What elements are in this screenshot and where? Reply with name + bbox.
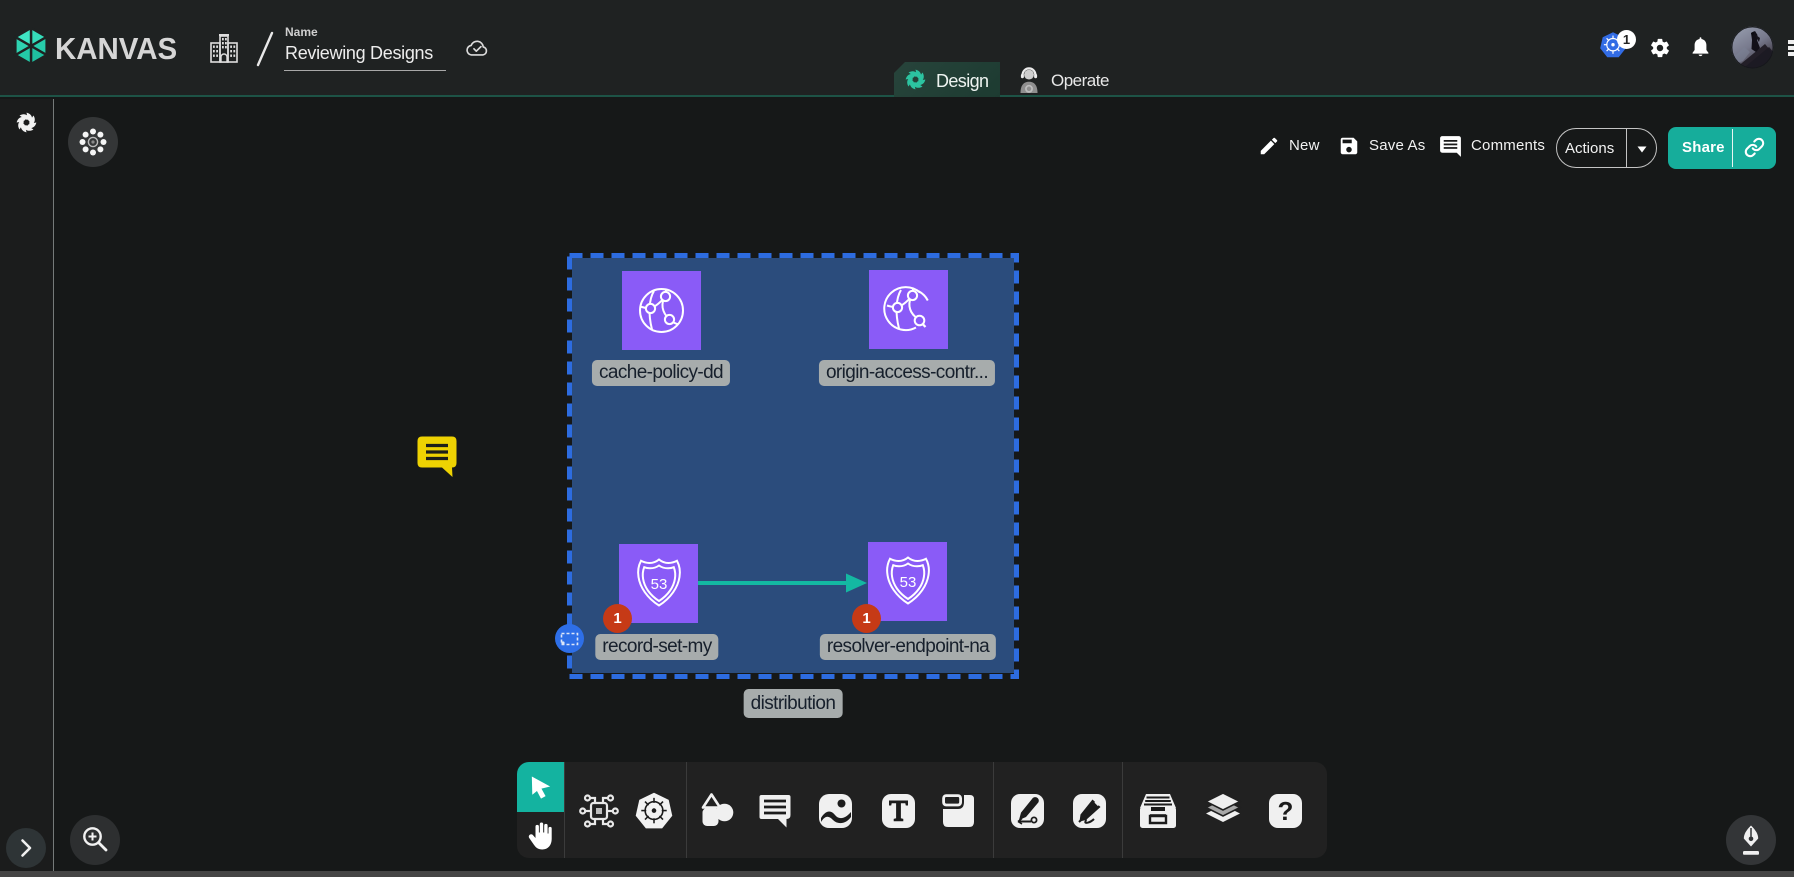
svg-text:53: 53 xyxy=(651,576,668,593)
svg-text:?: ? xyxy=(1278,796,1294,826)
svg-text:53: 53 xyxy=(900,574,917,591)
